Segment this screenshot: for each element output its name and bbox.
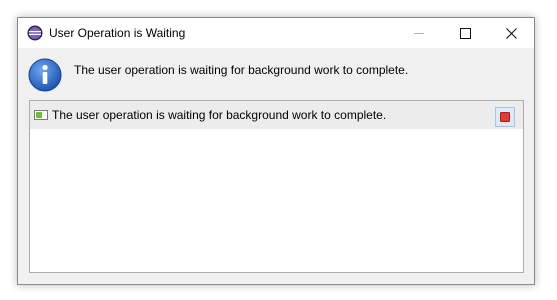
progress-job-icon <box>34 110 48 120</box>
list-item[interactable]: The user operation is waiting for backgr… <box>30 101 523 129</box>
jobs-list: The user operation is waiting for backgr… <box>29 100 524 273</box>
maximize-button[interactable] <box>442 18 488 48</box>
eclipse-icon <box>27 25 43 41</box>
dialog-message: The user operation is waiting for backgr… <box>74 63 409 77</box>
close-icon <box>505 27 517 39</box>
minimize-icon <box>414 32 424 34</box>
window-title: User Operation is Waiting <box>49 26 186 40</box>
close-button[interactable] <box>488 18 534 48</box>
stop-icon <box>500 112 510 122</box>
dialog-window: User Operation is Waiting The user opera… <box>17 17 535 285</box>
title-bar[interactable]: User Operation is Waiting <box>18 18 534 48</box>
info-icon <box>28 58 62 92</box>
job-label: The user operation is waiting for backgr… <box>52 108 387 122</box>
stop-button[interactable] <box>495 107 515 127</box>
minimize-button[interactable] <box>396 18 442 48</box>
maximize-icon <box>459 27 471 39</box>
